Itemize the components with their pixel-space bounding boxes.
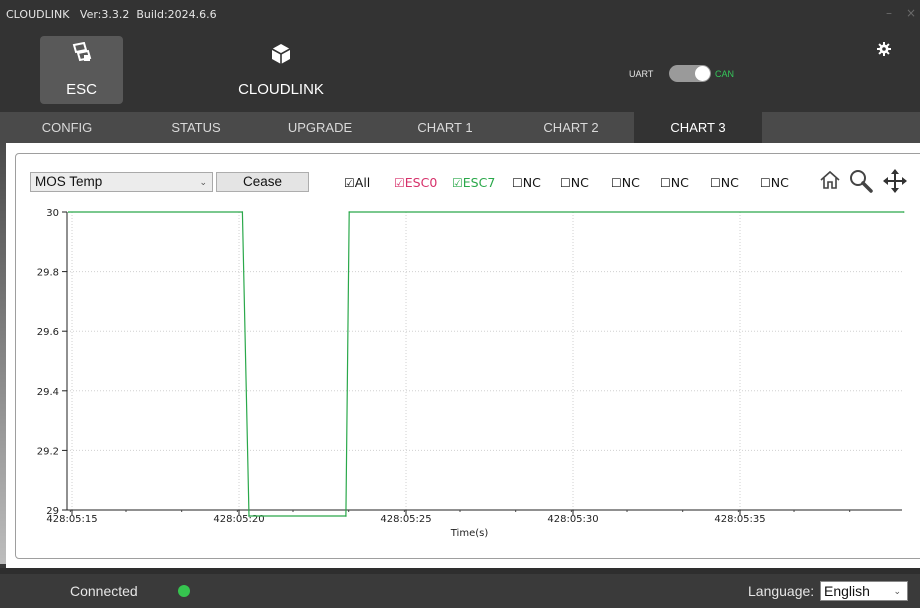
checkbox-mark: ☐ — [560, 176, 571, 190]
pan-icon[interactable] — [882, 168, 908, 194]
series-point — [248, 515, 250, 517]
chart-axes — [66, 212, 902, 511]
tab-upgrade[interactable]: UPGRADE — [258, 112, 382, 143]
checkbox-mark: ☑ — [452, 176, 463, 190]
metric-select[interactable]: MOS Temp ⌄ — [30, 172, 213, 192]
module-esc-button[interactable]: ESC — [40, 36, 123, 104]
checkbox-mark: ☑ — [344, 176, 355, 190]
series-point — [348, 211, 351, 213]
tab-chart-3[interactable]: CHART 3 — [634, 112, 762, 143]
uart-label: UART — [629, 69, 654, 79]
mode-toggle[interactable] — [669, 65, 711, 82]
checkbox-all[interactable]: ☑All — [344, 175, 370, 190]
series-point — [902, 211, 905, 213]
gear-icon[interactable] — [877, 42, 891, 56]
series-point — [345, 515, 347, 517]
y-axis-ticks: 3029.829.629.429.229 — [37, 208, 67, 517]
checkbox-label: NC — [522, 175, 541, 190]
tab-status[interactable]: STATUS — [134, 112, 258, 143]
home-icon[interactable] — [818, 168, 842, 192]
y-tick-label: 29.2 — [37, 446, 59, 457]
module-cloudlink-button[interactable]: CLOUDLINK — [226, 36, 336, 104]
app-title: CLOUDLINK Ver:3.3.2 Build:2024.6.6 — [6, 8, 217, 21]
cease-button[interactable]: Cease — [216, 172, 309, 192]
checkbox-label: NC — [621, 175, 640, 190]
y-tick-label: 29.4 — [37, 387, 59, 398]
tab-config[interactable]: CONFIG — [0, 112, 134, 143]
x-axis-label: Time(s) — [450, 528, 489, 539]
checkbox-nc-1[interactable]: ☐NC — [512, 175, 541, 190]
series-line-esc7 — [68, 211, 904, 517]
series-point — [241, 211, 244, 213]
checkbox-nc-5[interactable]: ☐NC — [710, 175, 739, 190]
checkbox-mark: ☐ — [710, 176, 721, 190]
chart-series — [67, 211, 905, 517]
header: ESC CLOUDLINK UART CAN — [0, 28, 920, 112]
checkbox-label: ESC7 — [462, 175, 496, 190]
checkbox-label: NC — [670, 175, 689, 190]
checkbox-mark: ☐ — [512, 176, 523, 190]
can-label: CAN — [715, 69, 735, 79]
y-tick-label: 30 — [46, 208, 59, 219]
status-separator — [0, 568, 920, 574]
esc-icon — [72, 42, 91, 62]
close-button[interactable]: × — [906, 6, 916, 20]
checkbox-nc-3[interactable]: ☐NC — [611, 175, 640, 190]
checkbox-label: NC — [770, 175, 789, 190]
language-label: Language: — [748, 583, 815, 599]
y-tick-label: 29.8 — [37, 268, 59, 279]
checkbox-mark: ☐ — [660, 176, 671, 190]
checkbox-mark: ☑ — [394, 176, 405, 190]
connection-indicator — [178, 585, 190, 597]
cube-icon — [271, 44, 291, 64]
module-cloudlink-label: CLOUDLINK — [238, 81, 324, 98]
minimize-button[interactable]: – — [886, 6, 892, 20]
tab-chart-1[interactable]: CHART 1 — [382, 112, 508, 143]
checkbox-nc-4[interactable]: ☐NC — [660, 175, 689, 190]
chevron-down-icon: ⌄ — [893, 586, 901, 596]
checkbox-mark: ☐ — [760, 176, 771, 190]
checkbox-nc-2[interactable]: ☐NC — [560, 175, 589, 190]
toggle-knob — [695, 66, 710, 81]
tab-chart-2[interactable]: CHART 2 — [508, 112, 634, 143]
checkbox-nc-6[interactable]: ☐NC — [760, 175, 789, 190]
metric-select-value: MOS Temp — [35, 174, 103, 189]
language-select[interactable]: English ⌄ — [820, 581, 908, 601]
checkbox-label: All — [354, 175, 371, 190]
zoom-icon[interactable] — [848, 168, 874, 194]
series-point — [67, 211, 70, 213]
connection-status: Connected — [70, 583, 138, 599]
checkbox-esc7[interactable]: ☑ESC7 — [452, 175, 495, 190]
title-bar: CLOUDLINK Ver:3.3.2 Build:2024.6.6 – × — [0, 0, 920, 28]
chart-area[interactable]: 3029.829.629.429.229 428:05:15 428:05:20 4… — [15, 200, 907, 545]
chevron-down-icon: ⌄ — [199, 177, 207, 187]
y-tick-label: 29.6 — [37, 327, 59, 338]
x-axis-ticks: 428:05:15 428:05:20 428:05:25 428:05:30 428:… — [46, 510, 851, 525]
checkbox-esc0[interactable]: ☑ESC0 — [394, 175, 437, 190]
checkbox-mark: ☐ — [611, 176, 622, 190]
x-tick-label: 428:05:15 — [46, 514, 97, 525]
status-bar: Connected Language: English ⌄ — [0, 568, 920, 608]
checkbox-label: NC — [570, 175, 589, 190]
language-select-value: English — [824, 583, 870, 599]
tab-bar: CONFIG STATUS UPGRADE CHART 1 CHART 2 CH… — [0, 112, 920, 143]
chart-grid — [67, 212, 902, 510]
checkbox-label: ESC0 — [404, 175, 438, 190]
x-tick-label: 428:05:25 — [380, 514, 431, 525]
x-tick-label: 428:05:30 — [547, 514, 598, 525]
checkbox-label: NC — [720, 175, 739, 190]
x-tick-label: 428:05:35 — [714, 514, 765, 525]
module-esc-label: ESC — [66, 81, 97, 98]
